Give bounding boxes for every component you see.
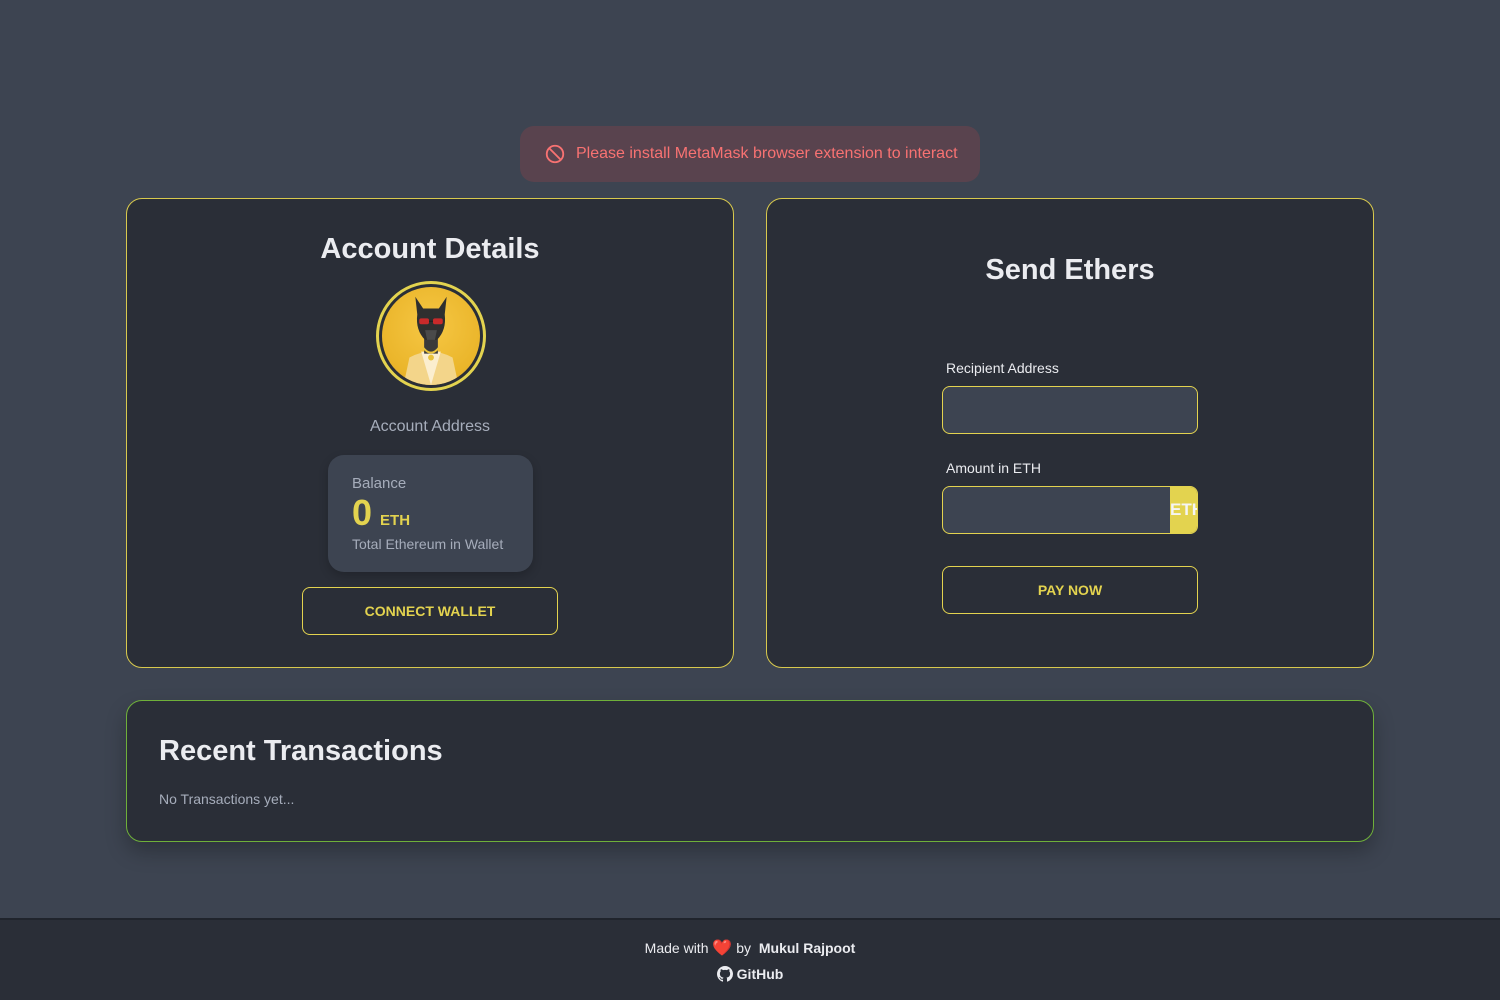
metamask-alert: Please install MetaMask browser extensio…: [520, 126, 980, 182]
github-icon: [716, 966, 733, 982]
balance-description: Total Ethereum in Wallet: [352, 536, 504, 552]
recent-transactions-title: Recent Transactions: [159, 735, 443, 767]
eth-addon: ETH: [1170, 487, 1197, 533]
github-link[interactable]: GitHub: [0, 966, 1500, 982]
footer-credit: Made with ❤️ by Mukul Rajpoot: [0, 938, 1500, 958]
footer: Made with ❤️ by Mukul Rajpoot GitHub: [0, 918, 1500, 1000]
balance-title: Balance: [352, 475, 407, 492]
no-transactions-text: No Transactions yet...: [159, 791, 295, 807]
amount-label: Amount in ETH: [946, 460, 1041, 476]
balance-value: 0: [352, 492, 373, 533]
alert-message: Please install MetaMask browser extensio…: [576, 145, 958, 162]
balance-stat: Balance 0 ETH Total Ethereum in Wallet: [328, 455, 533, 572]
github-label: GitHub: [736, 966, 784, 982]
account-details-title: Account Details: [320, 233, 540, 265]
send-ethers-title: Send Ethers: [985, 254, 1155, 286]
made-with-text: Made with: [644, 940, 709, 956]
avatar-image: [382, 287, 480, 385]
account-address-label: Account Address: [369, 418, 491, 435]
author-link[interactable]: Mukul Rajpoot: [759, 940, 855, 956]
amount-input-group: ETH: [942, 486, 1198, 534]
send-ethers-card: Send Ethers Recipient Address Amount in …: [766, 198, 1374, 668]
account-details-card: Account Details Account Address Balance …: [126, 198, 734, 668]
balance-unit: ETH: [380, 512, 411, 529]
amount-input[interactable]: [943, 487, 1170, 533]
avatar: [376, 281, 486, 391]
connect-wallet-button[interactable]: Connect Wallet: [302, 587, 558, 635]
recipient-address-input[interactable]: [942, 386, 1198, 434]
recipient-address-label: Recipient Address: [946, 360, 1059, 376]
no-entry-icon: [545, 144, 565, 164]
page: Please install MetaMask browser extensio…: [0, 0, 1500, 1000]
recent-transactions-card: Recent Transactions No Transactions yet.…: [126, 700, 1374, 842]
balance-value-row: 0 ETH: [352, 492, 509, 533]
by-text: by: [736, 940, 751, 956]
heart-icon: ❤️: [712, 940, 733, 957]
pay-now-button[interactable]: Pay Now: [942, 566, 1198, 614]
